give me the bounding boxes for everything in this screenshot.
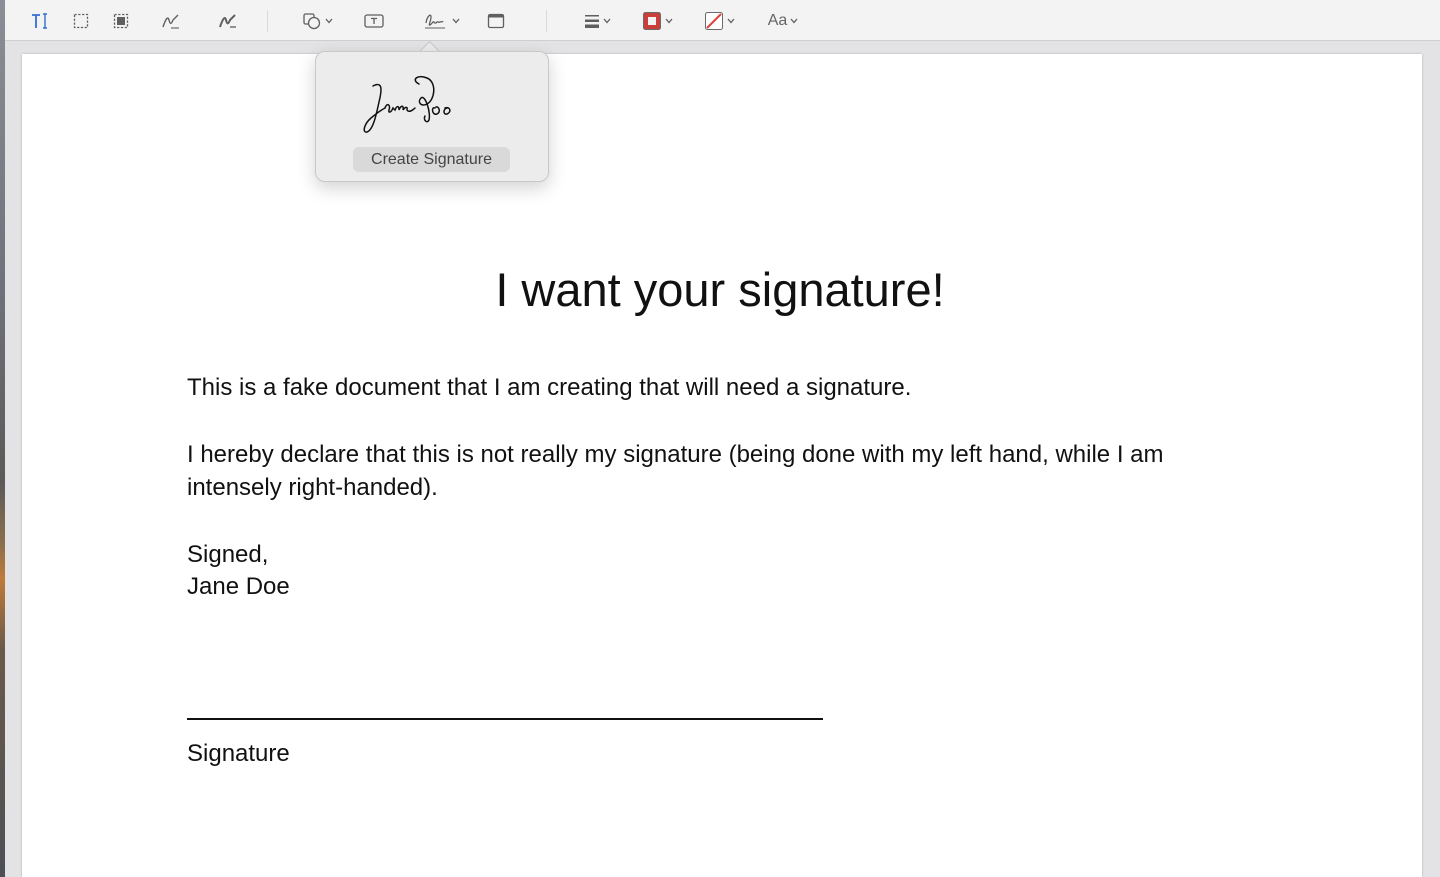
chevron-down-icon xyxy=(325,18,332,24)
fill-color-icon xyxy=(704,12,723,30)
chevron-down-icon xyxy=(665,18,672,24)
chevron-down-icon xyxy=(603,18,610,24)
fill-color-menu[interactable] xyxy=(697,8,741,34)
page-title: I want your signature! xyxy=(495,263,945,316)
signature-icon xyxy=(424,14,445,29)
signature-menu[interactable] xyxy=(418,8,464,34)
toolbar-separator xyxy=(546,10,547,32)
sketch-tool[interactable] xyxy=(158,8,184,34)
draw-tool[interactable] xyxy=(215,8,241,34)
border-color-icon xyxy=(642,12,661,30)
signed-label: Signed, xyxy=(187,541,269,568)
rectangular-selection-tool[interactable] xyxy=(68,8,94,34)
paragraph-declaration: I hereby declare that this is not really… xyxy=(187,441,1164,501)
text-selection-icon xyxy=(32,13,47,29)
text-style-icon: Aa xyxy=(767,12,788,29)
signature-line xyxy=(187,718,823,720)
shape-style-icon xyxy=(584,15,599,28)
saved-signature[interactable] xyxy=(357,72,481,140)
note-tool[interactable] xyxy=(483,8,509,34)
shape-style-menu[interactable] xyxy=(577,8,617,34)
draw-icon xyxy=(219,14,236,28)
redact-icon xyxy=(113,13,129,29)
text-box-tool[interactable] xyxy=(361,8,387,34)
toolbar-separator xyxy=(267,10,268,32)
paragraph-intro: This is a fake document that I am creati… xyxy=(187,374,912,401)
shapes-menu[interactable] xyxy=(297,8,337,34)
shapes-icon xyxy=(302,13,320,30)
signer-name: Jane Doe xyxy=(187,573,290,600)
note-icon xyxy=(487,13,505,29)
rectangular-selection-icon xyxy=(73,13,89,29)
signature-caption: Signature xyxy=(187,740,290,767)
text-box-icon xyxy=(364,14,384,28)
chevron-down-icon xyxy=(452,18,459,24)
chevron-down-icon xyxy=(727,18,734,24)
sketch-icon xyxy=(162,14,179,29)
redact-tool[interactable] xyxy=(108,8,134,34)
chevron-down-icon xyxy=(790,18,798,24)
create-signature-button[interactable]: Create Signature xyxy=(353,147,510,172)
markup-toolbar: Aa xyxy=(5,0,1440,41)
text-selection-tool[interactable] xyxy=(27,8,53,34)
border-color-menu[interactable] xyxy=(635,8,679,34)
text-style-menu[interactable]: Aa xyxy=(761,8,805,34)
